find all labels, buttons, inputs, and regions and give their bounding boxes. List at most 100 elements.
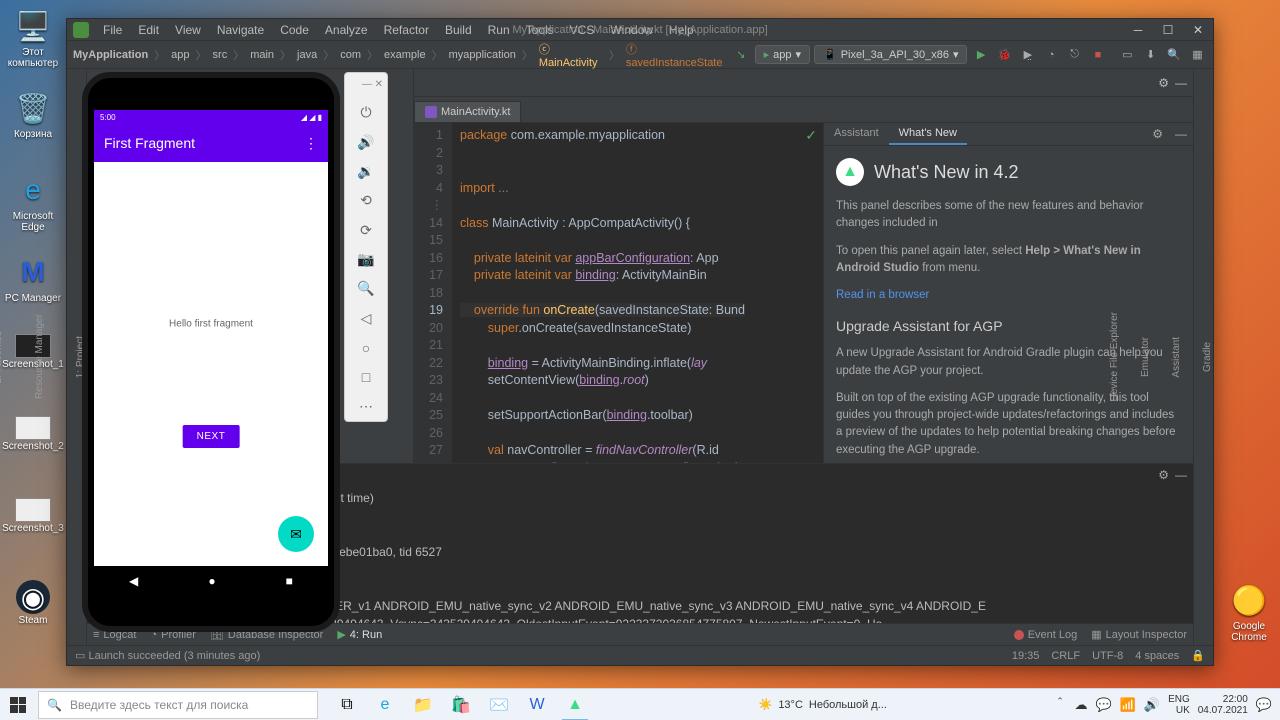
pinned-word[interactable]: W xyxy=(520,689,554,720)
settings-icon[interactable]: ▦ xyxy=(1188,44,1207,66)
tab-mainactivity[interactable]: MainActivity.kt xyxy=(414,101,521,122)
stop-button[interactable]: ■ xyxy=(1088,44,1107,66)
console-gear-icon[interactable]: ⚙ xyxy=(1158,468,1169,482)
menu-run[interactable]: Run xyxy=(482,21,516,39)
avd-button[interactable]: ▭ xyxy=(1118,44,1137,66)
task-view-icon[interactable]: ⧉ xyxy=(330,689,364,720)
start-button[interactable] xyxy=(0,689,36,720)
desk-icon-ss2[interactable]: Screenshot_2 xyxy=(2,416,64,452)
rotate-right-icon[interactable]: ⟳ xyxy=(356,221,376,238)
menu-code[interactable]: Code xyxy=(274,21,315,39)
tool-resource[interactable]: Resource Manager xyxy=(34,314,45,399)
crumb[interactable]: src xyxy=(213,49,228,61)
crumb[interactable]: main xyxy=(250,49,274,61)
tool-emulator[interactable]: Emulator xyxy=(1140,337,1151,377)
crumb[interactable]: MyApplication xyxy=(73,49,148,61)
attach-button[interactable]: ⎋ xyxy=(1065,44,1084,66)
rotate-left-icon[interactable]: ⟲ xyxy=(356,192,376,209)
pinned-android-studio[interactable]: ▲ xyxy=(558,689,592,720)
crumb[interactable]: com xyxy=(340,49,361,61)
power-icon[interactable]: ⏻ xyxy=(356,104,376,121)
read-browser-link[interactable]: Read in a browser xyxy=(836,289,929,301)
desk-icon-recycle[interactable]: 🗑️Корзина xyxy=(2,88,64,140)
next-button[interactable]: NEXT xyxy=(183,425,240,448)
desk-icon-ss3[interactable]: Screenshot_3 xyxy=(2,498,64,534)
recents-icon[interactable]: ■ xyxy=(286,574,293,588)
sdk-button[interactable]: ⬇ xyxy=(1141,44,1160,66)
lock-icon[interactable]: 🔒 xyxy=(1191,649,1205,662)
crumb[interactable]: myapplication xyxy=(449,49,516,61)
desk-icon-this-pc[interactable]: 🖥️Этот компьютер xyxy=(2,6,64,69)
device-selector[interactable]: 📱Pixel_3a_API_30_x86▾ xyxy=(814,45,967,64)
desk-icon-chrome[interactable]: 🟡Google Chrome xyxy=(1218,580,1280,643)
menu-navigate[interactable]: Navigate xyxy=(211,21,270,39)
menu-view[interactable]: View xyxy=(169,21,207,39)
taskbar-weather[interactable]: ☀️ 13°C Небольшой д... xyxy=(749,698,897,711)
menu-refactor[interactable]: Refactor xyxy=(378,21,435,39)
tray-meet-icon[interactable]: 💬 xyxy=(1096,697,1112,713)
crumb[interactable]: java xyxy=(297,49,317,61)
status-indent[interactable]: 4 spaces xyxy=(1135,650,1179,662)
crumb[interactable]: example xyxy=(384,49,426,61)
zoom-icon[interactable]: 🔍 xyxy=(356,280,376,297)
pinned-explorer[interactable]: 📁 xyxy=(406,689,440,720)
pinned-edge[interactable]: e xyxy=(368,689,402,720)
crumb[interactable]: ⓒ MainActivity xyxy=(539,41,603,69)
pinned-store[interactable]: 🛍️ xyxy=(444,689,478,720)
menu-edit[interactable]: Edit xyxy=(132,21,165,39)
home-icon[interactable]: ○ xyxy=(356,339,376,356)
fab-button[interactable]: ✉ xyxy=(278,516,314,552)
tray-clock[interactable]: 22:0004.07.2021 xyxy=(1198,694,1248,716)
status-eol[interactable]: CRLF xyxy=(1051,650,1080,662)
debug-button[interactable]: 🐞 xyxy=(995,44,1014,66)
overflow-icon[interactable]: ⋮ xyxy=(304,135,318,152)
run-button[interactable]: ▶ xyxy=(971,44,990,66)
back-icon[interactable]: ◀ xyxy=(129,574,138,588)
home-icon[interactable]: ● xyxy=(208,574,215,588)
assist-hide-icon[interactable]: — xyxy=(1169,123,1193,145)
camera-icon[interactable]: 📷 xyxy=(356,251,376,268)
back-icon[interactable]: ◁ xyxy=(356,310,376,327)
crumb[interactable]: app xyxy=(171,49,189,61)
menu-file[interactable]: File xyxy=(97,21,128,39)
close-button[interactable]: ✕ xyxy=(1183,19,1213,41)
status-enc[interactable]: UTF-8 xyxy=(1092,650,1123,662)
tray-lang[interactable]: ENGUK xyxy=(1168,694,1190,716)
menu-build[interactable]: Build xyxy=(439,21,478,39)
tray-volume-icon[interactable]: 🔊 xyxy=(1144,697,1160,713)
layout-inspector[interactable]: ▦ Layout Inspector xyxy=(1091,628,1187,641)
more-icon[interactable]: ⋯ xyxy=(356,398,376,415)
emu-min-icon[interactable]: — ✕ xyxy=(362,79,383,90)
overview-icon[interactable]: □ xyxy=(356,368,376,385)
maximize-button[interactable]: ☐ xyxy=(1153,19,1183,41)
tab-whatsnew[interactable]: What's New xyxy=(889,123,967,145)
desk-icon-edge[interactable]: eMicrosoft Edge xyxy=(2,170,64,233)
tool-device-explorer[interactable]: Device File Explorer xyxy=(1109,312,1120,401)
code-body[interactable]: package com.example.myapplication import… xyxy=(452,123,823,463)
volume-up-icon[interactable]: 🔊 xyxy=(356,133,376,150)
code-editor[interactable]: ✓ 1234⋮14151617181920212223242526272829 … xyxy=(414,123,823,463)
menu-analyze[interactable]: Analyze xyxy=(319,21,374,39)
event-log[interactable]: Event Log xyxy=(1014,629,1078,641)
desk-icon-pcmanager[interactable]: MPC Manager xyxy=(2,252,64,304)
assist-gear-icon[interactable]: ⚙ xyxy=(1146,123,1169,145)
tool-assistant[interactable]: Assistant xyxy=(1171,337,1182,378)
minimize-button[interactable]: ─ xyxy=(1123,19,1153,41)
search-icon[interactable]: 🔍 xyxy=(1164,44,1183,66)
desk-icon-ss1[interactable]: Screenshot_1 xyxy=(2,334,64,370)
tool-favorites[interactable]: 2: Favorites xyxy=(0,331,4,383)
tool-gradle[interactable]: Gradle xyxy=(1202,342,1213,372)
phone-screen[interactable]: 5:00◢ ◢ ▮ First Fragment ⋮ Hello first f… xyxy=(94,110,328,596)
tray-wifi-icon[interactable]: 📶 xyxy=(1120,697,1136,713)
editor-hide-icon[interactable]: — xyxy=(1175,76,1187,90)
desk-icon-steam[interactable]: ◉Steam xyxy=(2,580,64,626)
sync-icon[interactable]: ↘ xyxy=(731,44,750,66)
run-config-selector[interactable]: ▸app▾ xyxy=(755,45,810,64)
tray-chevron-icon[interactable]: ＾ xyxy=(1054,695,1067,714)
volume-down-icon[interactable]: 🔉 xyxy=(356,163,376,180)
tray-notifications-icon[interactable]: 💬 xyxy=(1256,697,1272,713)
editor-settings-icon[interactable]: ⚙ xyxy=(1158,76,1169,90)
taskbar-search[interactable]: 🔍Введите здесь текст для поиска xyxy=(38,691,318,719)
console-hide-icon[interactable]: — xyxy=(1175,468,1187,482)
tab-assistant[interactable]: Assistant xyxy=(824,123,889,145)
